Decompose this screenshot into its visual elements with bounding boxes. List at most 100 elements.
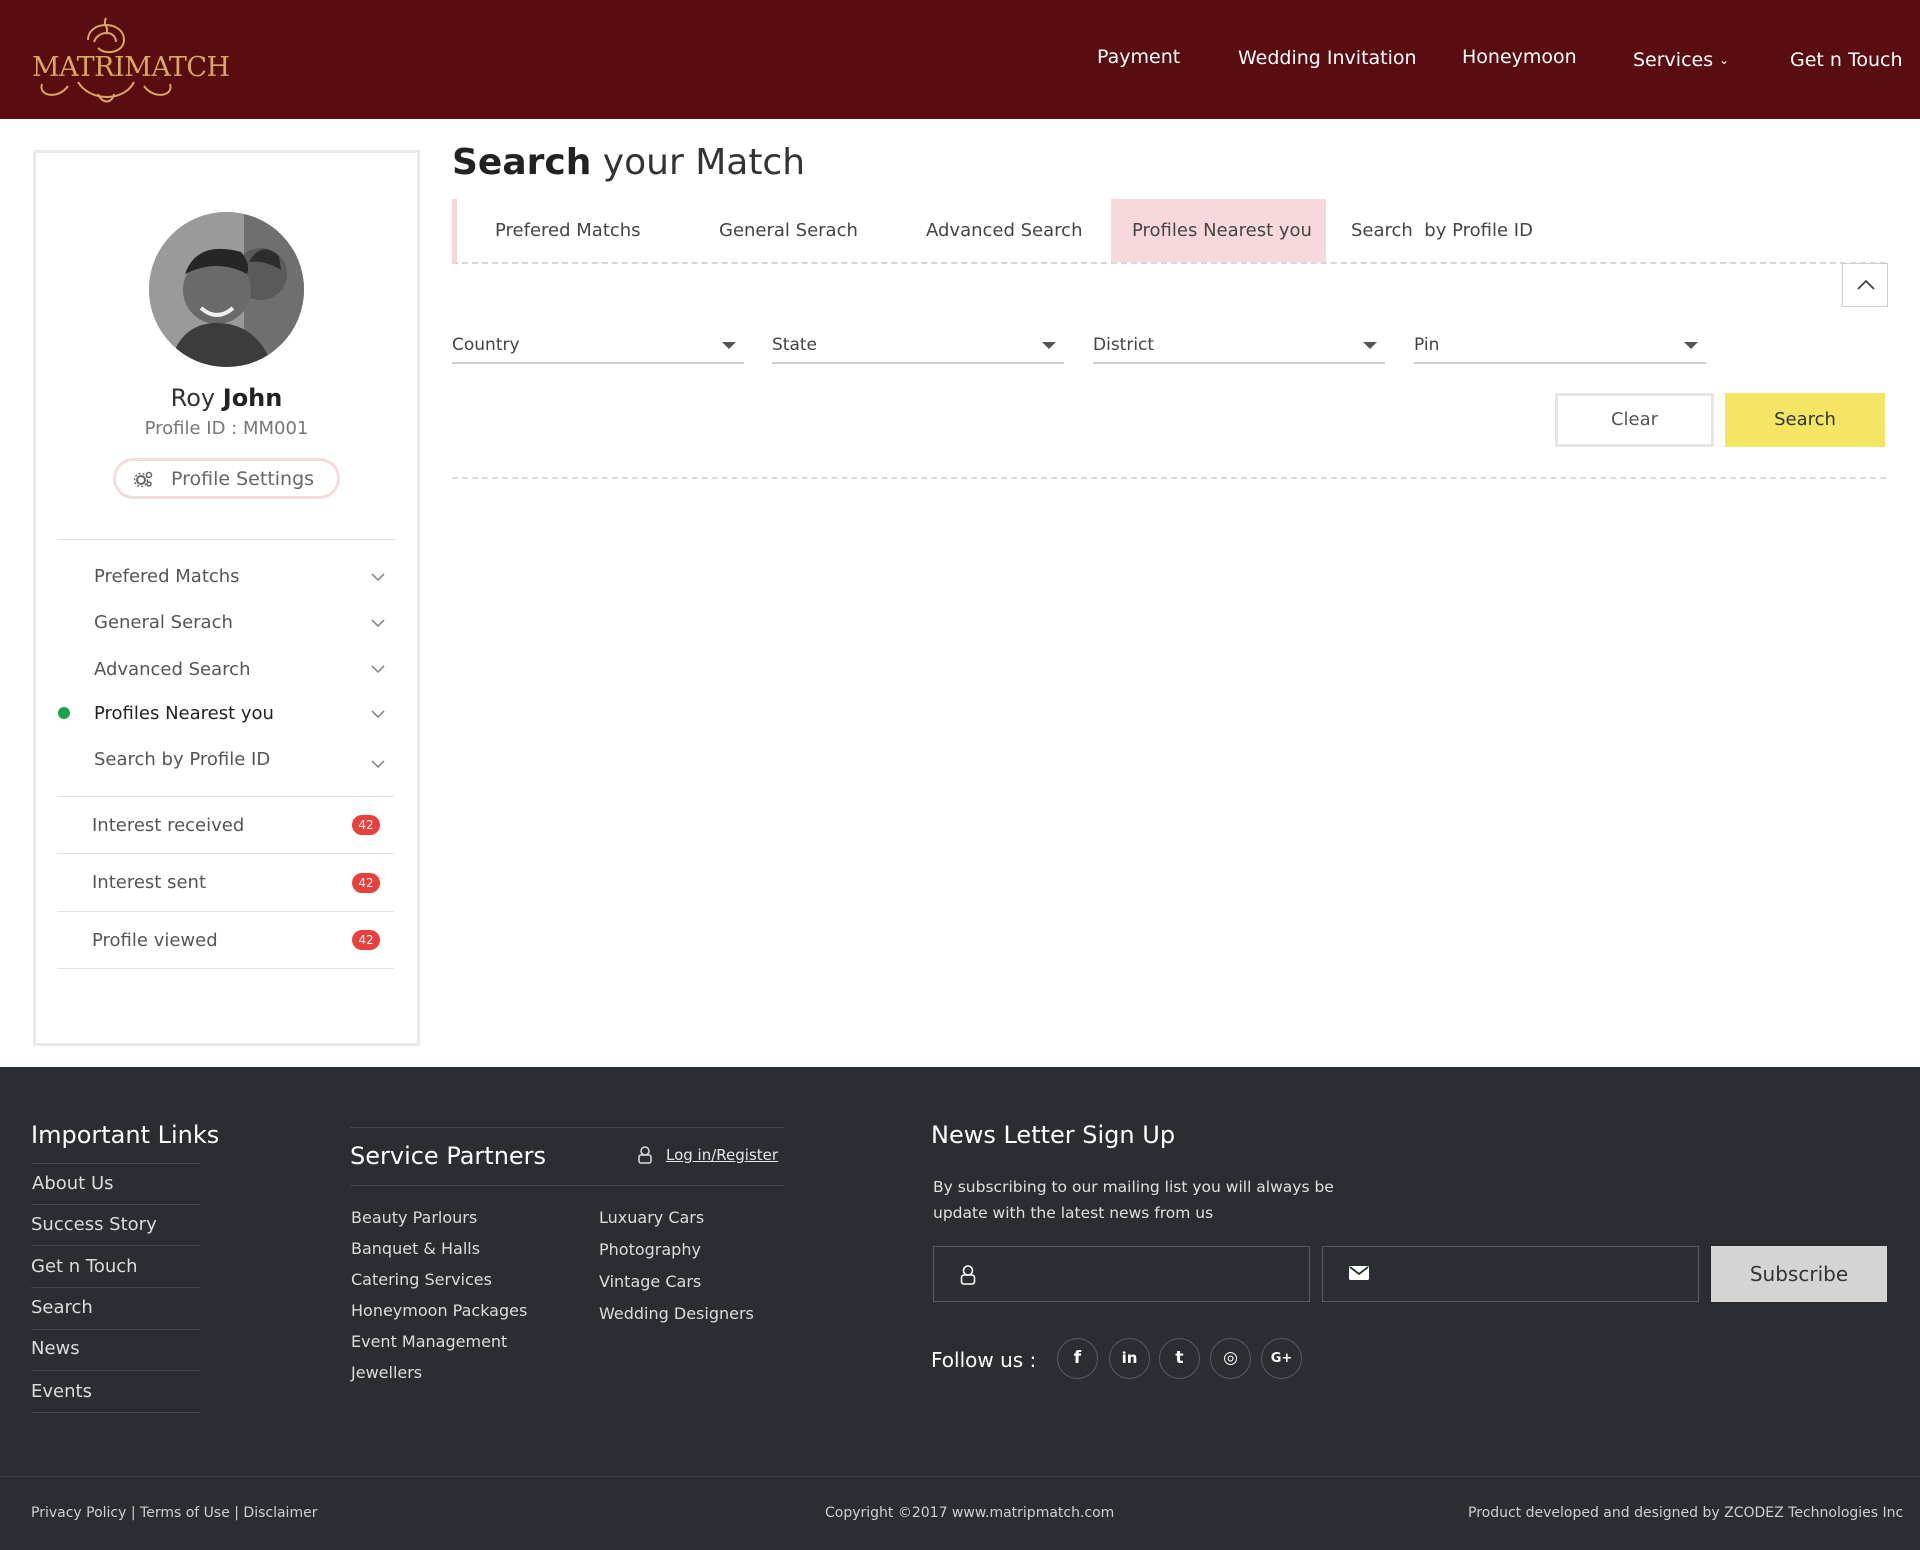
- interest-received-link[interactable]: Interest received: [92, 815, 244, 836]
- divider: [57, 968, 394, 969]
- divider: [0, 1476, 1920, 1477]
- user-icon: [960, 1265, 976, 1285]
- interest-sent-count-badge: 42: [352, 873, 380, 893]
- partner-link[interactable]: Wedding Designers: [599, 1304, 754, 1323]
- newsletter-name-input[interactable]: [994, 1257, 1294, 1291]
- site-logo[interactable]: MATRIMATCH: [28, 12, 230, 106]
- partner-link[interactable]: Jewellers: [351, 1363, 422, 1382]
- logo-text: MATRIMATCH: [32, 52, 230, 83]
- nav-honeymoon[interactable]: Honeymoon: [1462, 46, 1577, 68]
- tab-advanced-search[interactable]: Advanced Search: [926, 220, 1082, 241]
- partner-link[interactable]: Beauty Parlours: [351, 1208, 477, 1227]
- site-header: MATRIMATCH Payment Wedding Invitation Ho…: [0, 0, 1920, 119]
- partner-link[interactable]: Vintage Cars: [599, 1272, 701, 1291]
- interest-sent-link[interactable]: Interest sent: [92, 872, 206, 893]
- chevron-down-icon[interactable]: [370, 758, 386, 770]
- state-select[interactable]: State: [772, 320, 1064, 364]
- chevron-down-icon[interactable]: [370, 663, 386, 675]
- instagram-icon[interactable]: ◎: [1210, 1338, 1251, 1379]
- twitter-glyph: t: [1175, 1348, 1184, 1368]
- divider: [350, 1127, 784, 1128]
- twitter-icon[interactable]: t: [1159, 1338, 1200, 1379]
- profile-id: Profile ID : MM001: [144, 418, 309, 439]
- user-icon: [638, 1146, 652, 1164]
- caret-down-icon: [1042, 342, 1056, 349]
- active-indicator-dot: [58, 707, 70, 719]
- nav-wedding-invitation[interactable]: Wedding Invitation: [1238, 47, 1417, 69]
- pin-select[interactable]: Pin: [1414, 320, 1706, 364]
- avatar-photo: [149, 212, 304, 367]
- google-plus-glyph: G+: [1270, 1351, 1293, 1366]
- nav-services[interactable]: Services ⌄: [1633, 49, 1729, 71]
- important-links-heading: Important Links: [31, 1121, 220, 1149]
- linkedin-glyph: in: [1121, 1349, 1138, 1367]
- divider: [31, 1245, 200, 1246]
- linkedin-icon[interactable]: in: [1109, 1338, 1150, 1379]
- search-button[interactable]: Search: [1725, 393, 1885, 447]
- nav-payment[interactable]: Payment: [1097, 46, 1180, 68]
- policy-links[interactable]: Privacy Policy | Terms of Use | Disclaim…: [31, 1505, 317, 1521]
- gears-icon: [134, 471, 153, 488]
- collapse-panel-button[interactable]: [1842, 263, 1888, 307]
- divider: [350, 1185, 784, 1186]
- chevron-down-icon[interactable]: [370, 617, 386, 629]
- divider: [452, 477, 1886, 479]
- partner-link[interactable]: Event Management: [351, 1332, 507, 1351]
- newsletter-email-input[interactable]: [1383, 1257, 1683, 1291]
- sidebar-item-prefered-matchs[interactable]: Prefered Matchs: [94, 566, 240, 587]
- tabs-accent-bar: [452, 199, 457, 263]
- divider: [31, 1370, 200, 1371]
- footer-link-events[interactable]: Events: [31, 1381, 92, 1402]
- footer-link-news[interactable]: News: [31, 1338, 80, 1359]
- partner-link[interactable]: Luxuary Cars: [599, 1208, 704, 1227]
- subscribe-button[interactable]: Subscribe: [1711, 1246, 1887, 1302]
- footer-link-get-n-touch[interactable]: Get n Touch: [31, 1256, 138, 1277]
- newsletter-email-field[interactable]: [1322, 1246, 1699, 1302]
- footer-link-about-us[interactable]: About Us: [32, 1173, 114, 1194]
- envelope-icon: [1349, 1266, 1369, 1280]
- google-plus-icon[interactable]: G+: [1261, 1338, 1302, 1379]
- sidebar-item-advanced-search[interactable]: Advanced Search: [94, 659, 250, 680]
- partner-link[interactable]: Banquet & Halls: [351, 1239, 480, 1258]
- user-first-name: Roy: [170, 384, 216, 412]
- tab-search-by-profile-id[interactable]: Search by Profile ID: [1351, 220, 1533, 241]
- user-last-name: John: [222, 384, 283, 412]
- profile-settings-button[interactable]: Profile Settings: [113, 458, 340, 499]
- caret-down-icon: [1684, 342, 1698, 349]
- facebook-icon[interactable]: f: [1057, 1338, 1098, 1379]
- sidebar-item-search-by-profile-id[interactable]: Search by Profile ID: [94, 749, 270, 770]
- divider: [57, 911, 394, 912]
- district-select[interactable]: District: [1093, 320, 1385, 364]
- district-select-value: District: [1093, 335, 1155, 355]
- profile-viewed-link[interactable]: Profile viewed: [92, 930, 218, 951]
- nav-services-label: Services: [1633, 49, 1714, 71]
- profile-viewed-count-badge: 42: [352, 930, 380, 950]
- pin-select-value: Pin: [1414, 335, 1440, 355]
- profile-settings-label: Profile Settings: [171, 468, 315, 490]
- tab-prefered-matchs[interactable]: Prefered Matchs: [495, 220, 641, 241]
- chevron-down-icon[interactable]: [370, 571, 386, 583]
- page-title-rest: your Match: [591, 142, 806, 183]
- page-title-bold: Search: [452, 142, 592, 183]
- service-partners-heading: Service Partners: [350, 1142, 547, 1170]
- country-select[interactable]: Country: [452, 320, 744, 364]
- footer-link-search[interactable]: Search: [31, 1297, 93, 1318]
- chevron-down-icon[interactable]: [370, 708, 386, 720]
- state-select-value: State: [772, 335, 817, 355]
- divider: [31, 1329, 200, 1330]
- tab-profiles-nearest-you[interactable]: Profiles Nearest you: [1132, 220, 1312, 241]
- tab-general-serach[interactable]: General Serach: [719, 220, 858, 241]
- clear-button[interactable]: Clear: [1555, 393, 1714, 447]
- divider: [31, 1287, 200, 1288]
- footer-link-success-story[interactable]: Success Story: [31, 1214, 157, 1235]
- sidebar-item-profiles-nearest-you[interactable]: Profiles Nearest you: [94, 703, 274, 724]
- partner-link[interactable]: Photography: [599, 1240, 701, 1259]
- nav-get-n-touch[interactable]: Get n Touch: [1790, 49, 1903, 71]
- login-register-link[interactable]: Log in/Register: [666, 1146, 778, 1164]
- newsletter-name-field[interactable]: [933, 1246, 1310, 1302]
- partner-link[interactable]: Honeymoon Packages: [351, 1301, 527, 1320]
- sidebar-item-general-serach[interactable]: General Serach: [94, 612, 233, 633]
- divider: [31, 1204, 200, 1205]
- divider: [57, 796, 394, 797]
- partner-link[interactable]: Catering Services: [351, 1270, 492, 1289]
